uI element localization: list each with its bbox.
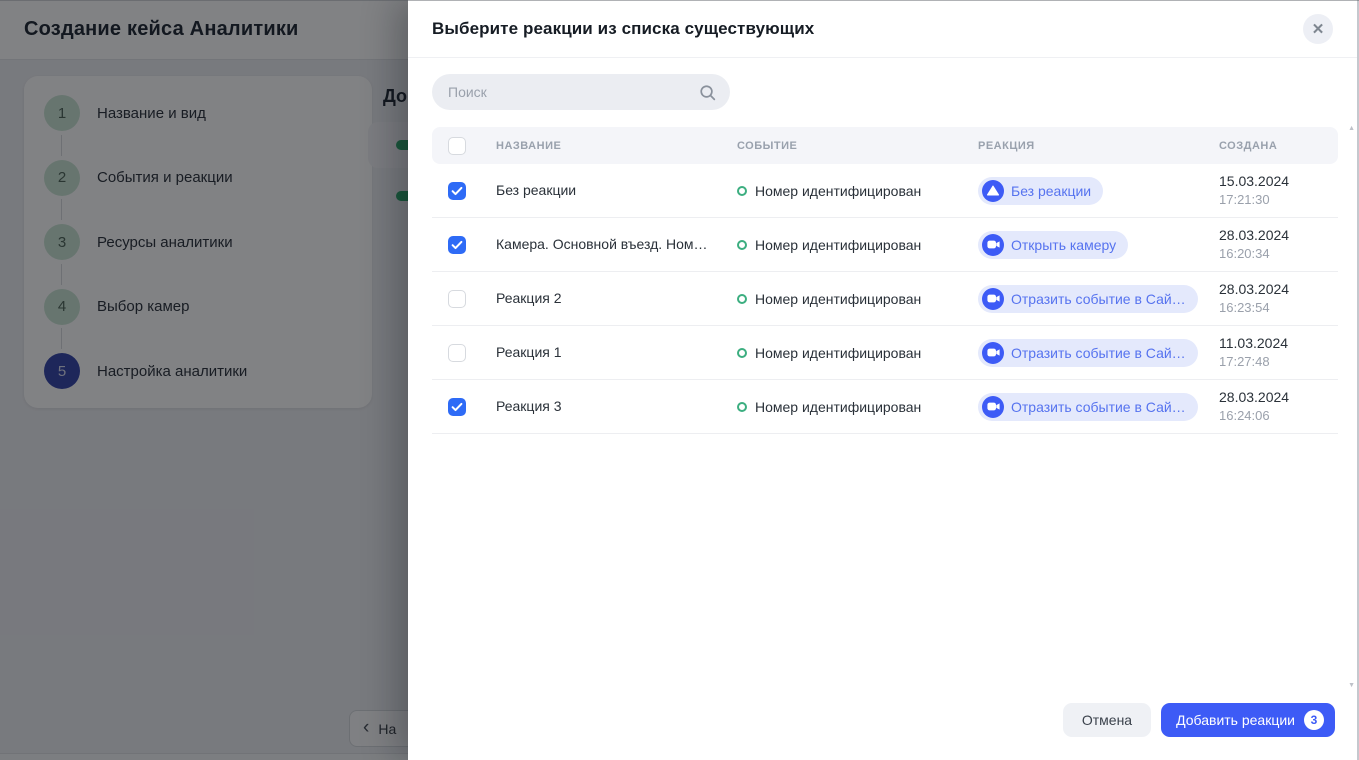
scroll-down-icon[interactable]: ▼ bbox=[1348, 682, 1355, 689]
created-date: 11.03.2024 bbox=[1219, 334, 1338, 353]
search-input[interactable] bbox=[448, 84, 698, 100]
cancel-button[interactable]: Отмена bbox=[1063, 703, 1151, 737]
event-status-icon bbox=[737, 294, 747, 304]
select-reactions-modal: Выберите реакции из списка существующих … bbox=[408, 0, 1359, 760]
video-camera-icon bbox=[982, 396, 1004, 418]
reaction-name: Реакция 1 bbox=[496, 344, 562, 360]
select-all-checkbox[interactable] bbox=[448, 137, 466, 155]
event-name: Номер идентифицирован bbox=[755, 183, 921, 199]
column-header-2: СОБЫТИЕ bbox=[727, 140, 968, 152]
table-row[interactable]: Реакция 3 Номер идентифицирован Отразить с… bbox=[432, 380, 1338, 434]
add-reactions-button[interactable]: Добавить реакции 3 bbox=[1161, 703, 1335, 737]
reaction-label: Открыть камеру bbox=[1011, 237, 1116, 253]
table-row[interactable]: Реакция 1 Номер идентифицирован Отразить с… bbox=[432, 326, 1338, 380]
reaction-name: Камера. Основной въезд. Ном… bbox=[496, 236, 708, 252]
row-checkbox[interactable] bbox=[448, 182, 466, 200]
created-time: 16:23:54 bbox=[1219, 299, 1338, 317]
reaction-badge[interactable]: Без реакции bbox=[978, 177, 1103, 205]
event-name: Номер идентифицирован bbox=[755, 345, 921, 361]
table-row[interactable]: Реакция 2 Номер идентифицирован Отразить с… bbox=[432, 272, 1338, 326]
reaction-badge[interactable]: Отразить событие в Сай… bbox=[978, 339, 1198, 367]
scroll-up-icon[interactable]: ▲ bbox=[1348, 125, 1355, 132]
event-status-icon bbox=[737, 186, 747, 196]
reaction-badge[interactable]: Отразить событие в Сай… bbox=[978, 285, 1198, 313]
search-icon[interactable] bbox=[698, 83, 717, 102]
window-edge bbox=[0, 0, 1359, 1]
video-camera-icon bbox=[982, 342, 1004, 364]
add-reactions-label: Добавить реакции bbox=[1176, 712, 1295, 728]
table-body: Без реакции Номер идентифицирован Без реак… bbox=[432, 164, 1338, 434]
column-header-4: СОЗДАНА bbox=[1209, 140, 1338, 152]
reaction-badge[interactable]: Открыть камеру bbox=[978, 231, 1128, 259]
event-status-icon bbox=[737, 348, 747, 358]
selected-count-badge: 3 bbox=[1304, 710, 1324, 730]
table-row[interactable]: Без реакции Номер идентифицирован Без реак… bbox=[432, 164, 1338, 218]
created-time: 16:24:06 bbox=[1219, 407, 1338, 425]
close-button[interactable]: ✕ bbox=[1303, 14, 1333, 44]
created-date: 28.03.2024 bbox=[1219, 280, 1338, 299]
column-header-3: РЕАКЦИЯ bbox=[968, 140, 1209, 152]
video-camera-icon bbox=[982, 288, 1004, 310]
table-row[interactable]: Камера. Основной въезд. Ном… Номер иденти… bbox=[432, 218, 1338, 272]
reaction-badge[interactable]: Отразить событие в Сай… bbox=[978, 393, 1198, 421]
video-camera-icon bbox=[982, 234, 1004, 256]
event-status-icon bbox=[737, 402, 747, 412]
modal-footer: Отмена Добавить реакции 3 bbox=[408, 694, 1359, 760]
row-checkbox[interactable] bbox=[448, 236, 466, 254]
created-time: 16:20:34 bbox=[1219, 245, 1338, 263]
created-time: 17:27:48 bbox=[1219, 353, 1338, 371]
modal-title: Выберите реакции из списка существующих bbox=[432, 19, 814, 39]
created-date: 28.03.2024 bbox=[1219, 226, 1338, 245]
modal-body: НАЗВАНИЕСОБЫТИЕРЕАКЦИЯСОЗДАНА Без реакци… bbox=[408, 58, 1359, 694]
column-header-1: НАЗВАНИЕ bbox=[486, 140, 727, 152]
reaction-label: Без реакции bbox=[1011, 183, 1091, 199]
row-checkbox[interactable] bbox=[448, 344, 466, 362]
event-status-icon bbox=[737, 240, 747, 250]
event-name: Номер идентифицирован bbox=[755, 399, 921, 415]
reaction-label: Отразить событие в Сай… bbox=[1011, 291, 1186, 307]
reaction-name: Реакция 2 bbox=[496, 290, 562, 306]
created-time: 17:21:30 bbox=[1219, 191, 1338, 209]
alert-triangle-icon bbox=[982, 180, 1004, 202]
modal-header: Выберите реакции из списка существующих … bbox=[408, 0, 1359, 58]
event-name: Номер идентифицирован bbox=[755, 237, 921, 253]
reaction-name: Реакция 3 bbox=[496, 398, 562, 414]
row-checkbox[interactable] bbox=[448, 398, 466, 416]
modal-overlay[interactable] bbox=[0, 0, 408, 760]
reaction-label: Отразить событие в Сай… bbox=[1011, 345, 1186, 361]
reaction-name: Без реакции bbox=[496, 182, 576, 198]
table-header-row: НАЗВАНИЕСОБЫТИЕРЕАКЦИЯСОЗДАНА bbox=[432, 127, 1338, 164]
created-date: 15.03.2024 bbox=[1219, 172, 1338, 191]
search-field bbox=[432, 74, 730, 110]
created-date: 28.03.2024 bbox=[1219, 388, 1338, 407]
reaction-label: Отразить событие в Сай… bbox=[1011, 399, 1186, 415]
close-icon: ✕ bbox=[1312, 20, 1325, 38]
reactions-table: НАЗВАНИЕСОБЫТИЕРЕАКЦИЯСОЗДАНА Без реакци… bbox=[432, 127, 1338, 434]
row-checkbox[interactable] bbox=[448, 290, 466, 308]
event-name: Номер идентифицирован bbox=[755, 291, 921, 307]
